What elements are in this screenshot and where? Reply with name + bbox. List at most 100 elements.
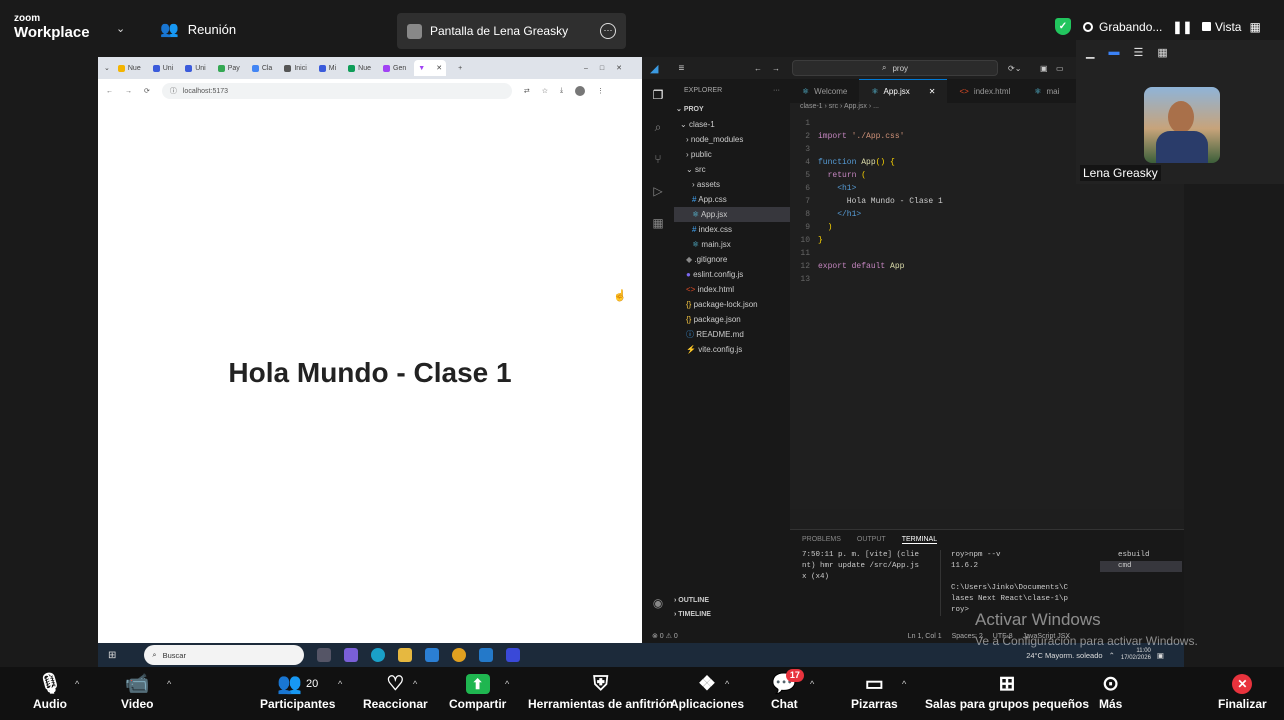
project-folder[interactable]: ⌄ PROY <box>674 102 790 117</box>
browser-tab[interactable]: Mi <box>315 60 340 76</box>
speaker-view-icon[interactable]: ▬ <box>1108 46 1119 59</box>
recording-status[interactable]: ✓ Grabando... ❚❚ <box>1055 18 1212 35</box>
apps-caret-icon[interactable]: ^ <box>725 679 729 689</box>
outline-header[interactable]: › OUTLINE <box>674 597 790 611</box>
reload-icon[interactable]: ⟳ <box>144 87 150 95</box>
chat-button[interactable]: 💬 17 Chat <box>771 669 804 711</box>
react-button[interactable]: ♡ Reaccionar <box>363 671 428 711</box>
whiteboards-caret-icon[interactable]: ^ <box>902 679 906 689</box>
participants-caret-icon[interactable]: ^ <box>338 679 342 689</box>
tab-list-icon[interactable]: ⌄ <box>104 64 110 72</box>
new-tab-icon[interactable]: + <box>458 65 462 72</box>
file-tree-item[interactable]: {} package.json <box>674 312 790 327</box>
browser-menu-icon[interactable]: ⋮ <box>597 87 604 95</box>
browser-tab[interactable]: Pay <box>214 60 244 76</box>
file-tree-item[interactable]: › public <box>674 147 790 162</box>
panel-tab[interactable]: PROBLEMS <box>802 536 841 544</box>
command-search-input[interactable]: ⌕ proy <box>792 60 998 76</box>
browser-tab[interactable]: Nue <box>114 60 145 76</box>
terminal-instance[interactable]: esbuild <box>1100 550 1182 561</box>
file-explorer-icon[interactable] <box>398 648 413 662</box>
editor-tab[interactable]: <> index.html <box>947 79 1022 103</box>
code-line[interactable]: 10} <box>790 234 1184 247</box>
forward-icon[interactable]: → <box>125 88 132 95</box>
whiteboards-button[interactable]: ▭ Pizarras <box>851 671 898 711</box>
nav-back-icon[interactable]: ← <box>754 64 762 73</box>
site-info-icon[interactable]: ⓘ <box>170 86 177 96</box>
strip-view-icon[interactable]: ☰ <box>1133 46 1143 59</box>
browser-tab[interactable]: Cla <box>248 60 277 76</box>
editor-tab[interactable]: ⚛ mai <box>1022 79 1071 103</box>
file-tree-item[interactable]: ⌄ clase-1 <box>674 117 790 132</box>
terminal-left[interactable]: 7:50:11 p. m. [vite] (clie nt) hmr update… <box>790 550 940 616</box>
meeting-info-button[interactable]: 👥 Reunión <box>160 20 236 38</box>
windows-start-icon[interactable]: ⊞ <box>108 650 116 661</box>
copilot-app-icon[interactable] <box>344 648 359 662</box>
edge-icon[interactable] <box>371 648 386 662</box>
file-tree-item[interactable]: ◆ .gitignore <box>674 252 790 267</box>
editor-tab[interactable]: ⚛ App.jsx ✕ <box>859 79 948 103</box>
zoom-taskbar-icon[interactable] <box>506 648 521 662</box>
layout-icon[interactable]: ▣ <box>1040 64 1048 73</box>
file-tree-item[interactable]: # index.css <box>674 222 790 237</box>
end-meeting-button[interactable]: ✕ Finalizar <box>1218 671 1267 711</box>
problems-count[interactable]: ⊗ 0 ⚠ 0 <box>652 632 678 640</box>
code-line[interactable]: 7 Hola Mundo - Clase 1 <box>790 195 1184 208</box>
terminal-right[interactable]: roy>npm --v 11.6.2 C:\Users\Jinko\Document… <box>940 550 1100 616</box>
file-tree-item[interactable]: ⌄ src <box>674 162 790 177</box>
taskbar-search-input[interactable]: ⌕ Buscar <box>144 645 305 665</box>
more-button[interactable]: ⊙ Más <box>1099 671 1122 711</box>
file-tree-item[interactable]: ⓘ README.md <box>674 327 790 342</box>
extensions-icon[interactable]: ▦ <box>642 207 674 239</box>
code-line[interactable]: 13 <box>790 273 1184 286</box>
chat-caret-icon[interactable]: ^ <box>810 679 814 689</box>
host-tools-button[interactable]: ⛨ Herramientas de anfitrión <box>528 671 673 711</box>
code-line[interactable]: 11 <box>790 247 1184 260</box>
stop-recording-icon[interactable] <box>1202 22 1212 31</box>
browser-tab[interactable]: Uni <box>181 60 210 76</box>
tab-close-icon[interactable]: ✕ <box>929 87 936 96</box>
logo-chevron-down-icon[interactable]: ⌄ <box>116 22 125 35</box>
panel-tab[interactable]: TERMINAL <box>901 536 938 544</box>
file-tree-item[interactable]: › node_modules <box>674 132 790 147</box>
tray-chevron-icon[interactable]: ⌃ <box>1109 651 1115 660</box>
download-icon[interactable]: ⤓ <box>560 87 563 95</box>
minimize-icon[interactable]: ▁ <box>1086 46 1094 59</box>
active-browser-tab[interactable]: ▼ ✕ <box>414 60 447 76</box>
apps-button[interactable]: ❖ Aplicaciones <box>670 671 744 711</box>
search-view-icon[interactable]: ⌕ <box>642 111 674 143</box>
timeline-header[interactable]: › TIMELINE <box>674 611 790 625</box>
share-button[interactable]: ⬆ Compartir <box>449 671 506 711</box>
file-tree-item[interactable]: {} package-lock.json <box>674 297 790 312</box>
terminal-area[interactable]: 7:50:11 p. m. [vite] (clie nt) hmr update… <box>790 550 1184 616</box>
share-caret-icon[interactable]: ^ <box>505 679 509 689</box>
panel-toggle-icon[interactable]: ▭ <box>1056 64 1064 73</box>
nav-forward-icon[interactable]: → <box>772 64 780 73</box>
back-icon[interactable]: ← <box>106 88 113 95</box>
file-tree-item[interactable]: <> index.html <box>674 282 790 297</box>
bookmark-star-icon[interactable]: ☆ <box>542 87 548 95</box>
file-tree-item[interactable]: › assets <box>674 177 790 192</box>
hamburger-menu-icon[interactable]: ≡ <box>678 63 684 74</box>
panel-tab[interactable]: OUTPUT <box>857 536 886 544</box>
tab-close-icon[interactable]: ✕ <box>436 64 442 72</box>
participant-video[interactable] <box>1144 87 1220 163</box>
breakout-rooms-button[interactable]: ⊞ Salas para grupos pequeños <box>925 671 1089 711</box>
terminal-instance[interactable]: cmd <box>1100 561 1182 572</box>
vscode-taskbar-icon[interactable] <box>479 648 494 662</box>
code-line[interactable]: 12 export default App <box>790 260 1184 273</box>
task-view-icon[interactable] <box>317 648 332 662</box>
gallery-view-icon[interactable]: ▦ <box>1157 46 1167 59</box>
window-controls[interactable]: –□✕ <box>584 64 634 72</box>
file-tree-item[interactable]: ● eslint.config.js <box>674 267 790 282</box>
browser-tab[interactable]: Uni <box>149 60 178 76</box>
file-tree-item[interactable]: ⚡ vite.config.js <box>674 342 790 357</box>
mail-icon[interactable] <box>425 648 440 662</box>
participants-button[interactable]: 👥 20 Participantes <box>260 671 335 711</box>
shared-screen-tab[interactable]: Pantalla de Lena Greasky ··· <box>397 13 626 49</box>
source-control-icon[interactable]: ⑂ <box>642 143 674 175</box>
file-tree-item[interactable]: ⚛ main.jsx <box>674 237 790 252</box>
code-line[interactable]: 9 ) <box>790 221 1184 234</box>
weather-text[interactable]: 24°C Mayorm. soleado <box>1026 651 1102 660</box>
explorer-icon[interactable]: ❐ <box>642 79 674 111</box>
